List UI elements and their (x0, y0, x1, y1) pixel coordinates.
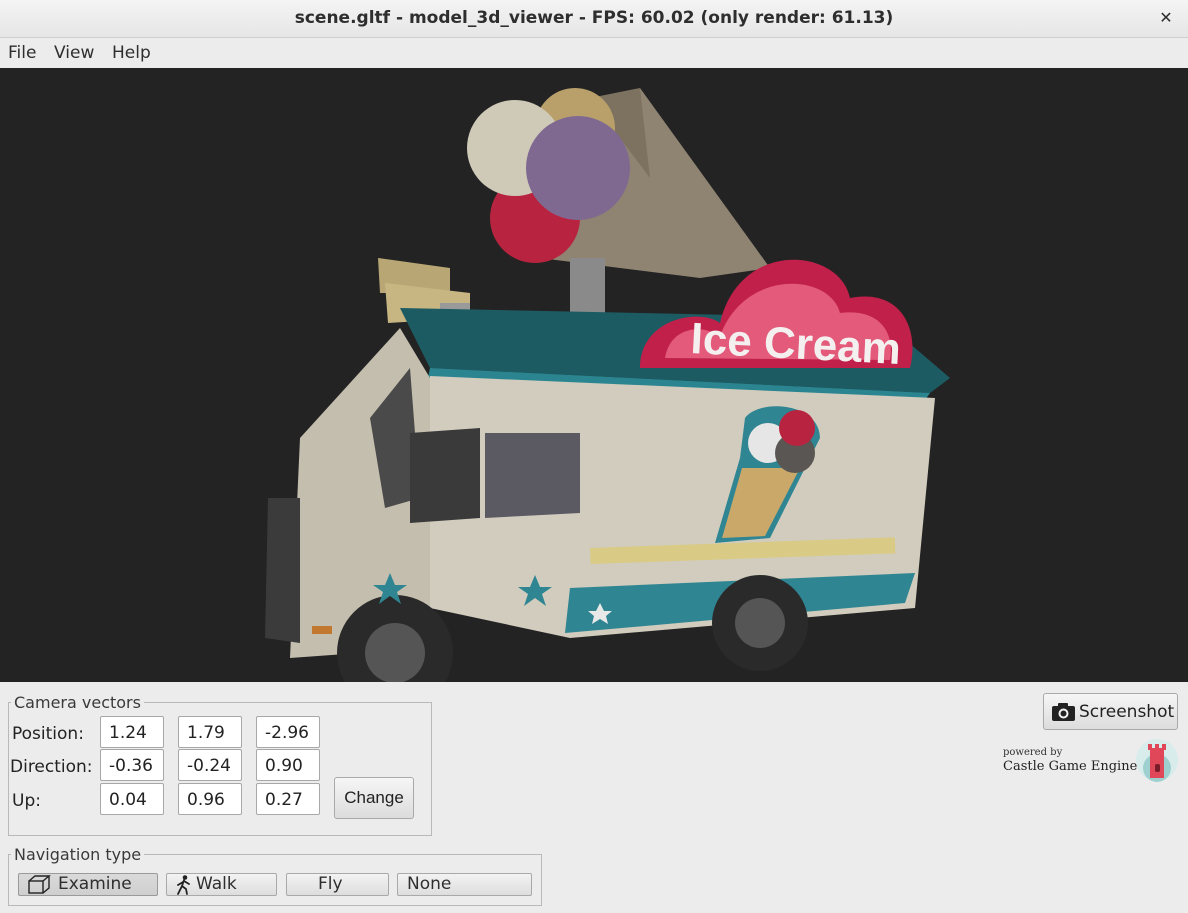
close-icon[interactable]: ✕ (1156, 8, 1176, 28)
walking-person-icon (177, 875, 190, 895)
direction-z-field[interactable]: 0.90 (256, 749, 320, 781)
ice-cream-truck-model: Ice Cream (265, 88, 950, 682)
direction-label: Direction: (10, 757, 93, 777)
window-titlebar: scene.gltf - model_3d_viewer - FPS: 60.0… (0, 0, 1188, 38)
position-x-field[interactable]: 1.24 (100, 716, 164, 748)
window-title: scene.gltf - model_3d_viewer - FPS: 60.0… (294, 8, 894, 28)
change-button[interactable]: Change (334, 777, 414, 819)
walk-button[interactable]: Walk (166, 873, 277, 896)
position-label: Position: (12, 724, 84, 744)
castle-tower-icon[interactable] (1135, 738, 1179, 782)
fly-label: Fly (318, 874, 343, 894)
engine-name-text: Castle Game Engine (1003, 759, 1138, 774)
menu-view[interactable]: View (46, 38, 102, 68)
examine-label: Examine (58, 874, 132, 894)
up-label: Up: (12, 791, 41, 811)
position-z-field[interactable]: -2.96 (256, 716, 320, 748)
fly-button[interactable]: Fly (286, 873, 389, 896)
none-label: None (407, 874, 452, 894)
camera-vectors-title: Camera vectors (11, 693, 144, 712)
camera-icon (1052, 703, 1075, 721)
cube-icon (28, 875, 51, 894)
screenshot-label: Screenshot (1079, 702, 1175, 722)
direction-x-field[interactable]: -0.36 (100, 749, 164, 781)
examine-button[interactable]: Examine (18, 873, 158, 896)
up-y-field[interactable]: 0.96 (178, 783, 242, 815)
direction-y-field[interactable]: -0.24 (178, 749, 242, 781)
powered-by-text: powered by (1003, 747, 1063, 758)
menu-file[interactable]: File (0, 38, 44, 68)
up-z-field[interactable]: 0.27 (256, 783, 320, 815)
up-x-field[interactable]: 0.04 (100, 783, 164, 815)
none-button[interactable]: None (397, 873, 532, 896)
navigation-type-title: Navigation type (11, 845, 145, 864)
screenshot-button[interactable]: Screenshot (1043, 693, 1178, 730)
walk-label: Walk (196, 874, 237, 894)
menu-help[interactable]: Help (104, 38, 159, 68)
3d-viewport[interactable]: Ice Cream (0, 68, 1188, 682)
position-y-field[interactable]: 1.79 (178, 716, 242, 748)
menu-bar: File View Help (0, 38, 1188, 68)
